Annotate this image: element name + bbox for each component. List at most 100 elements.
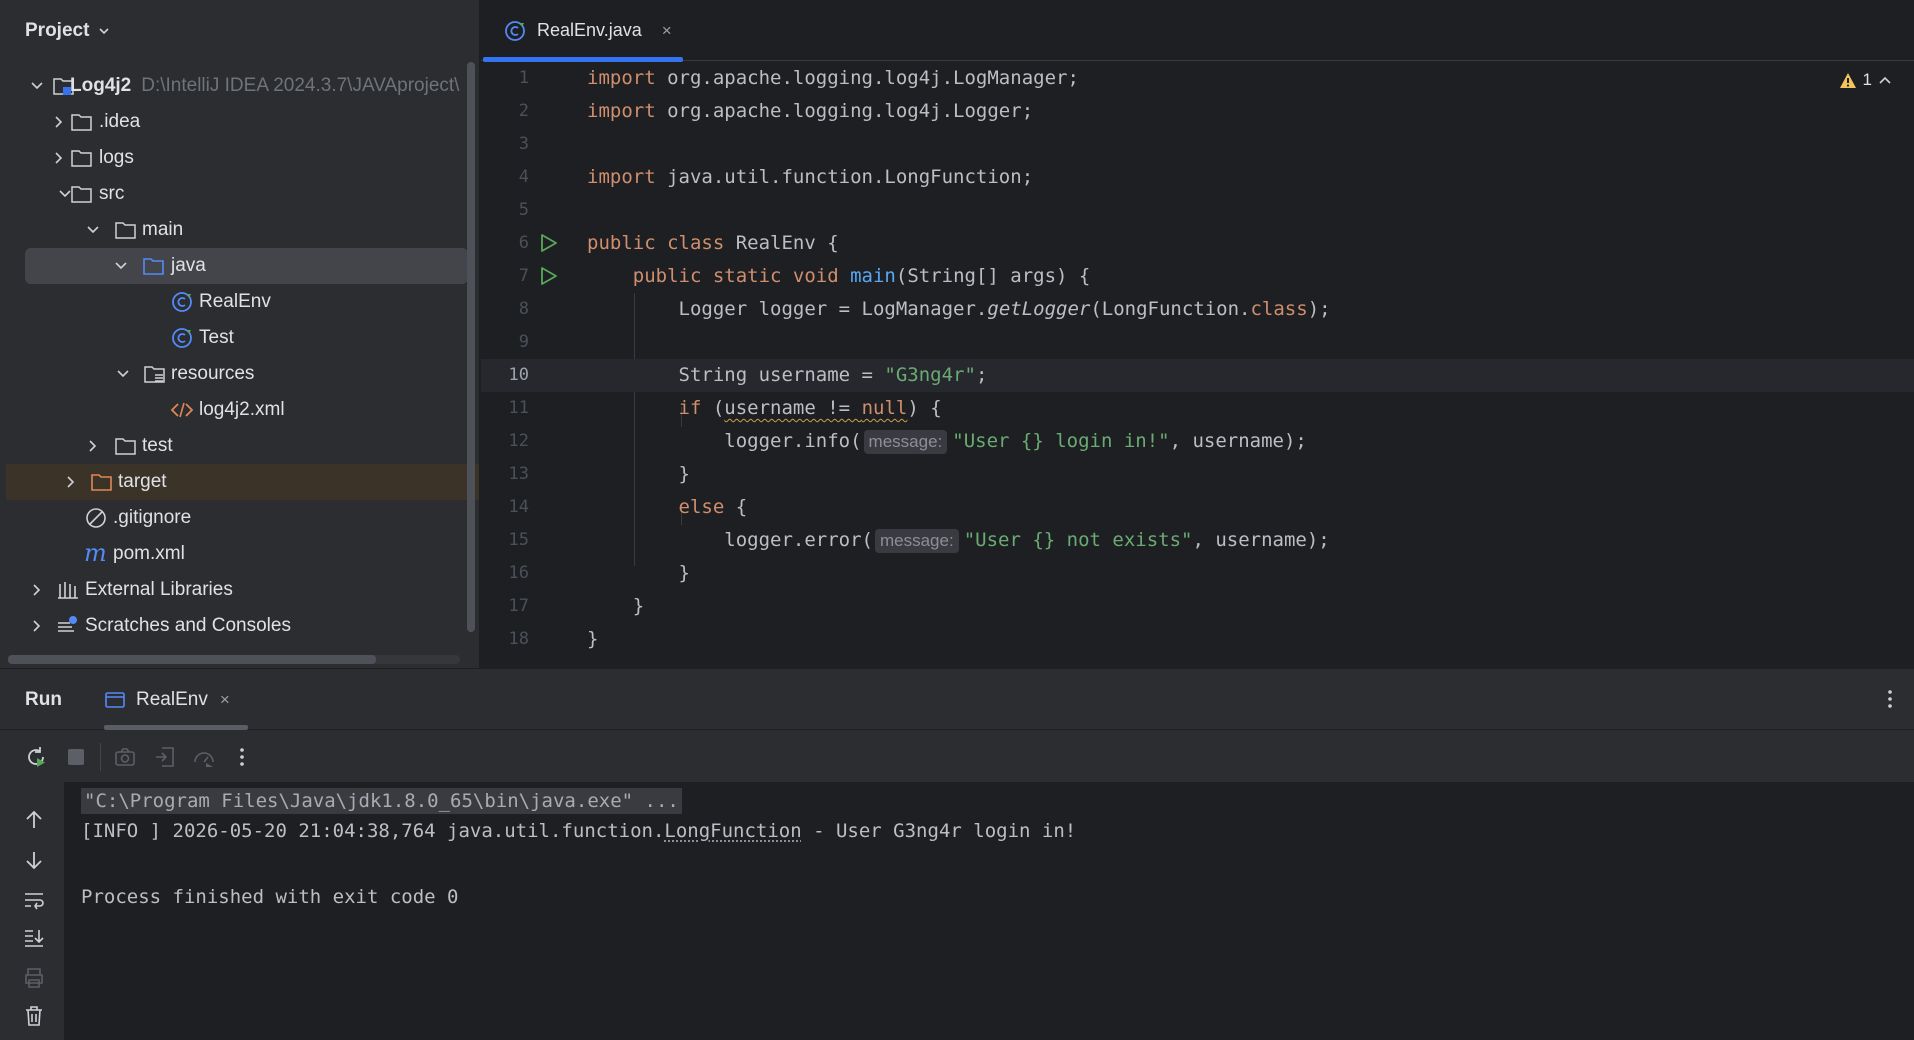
tree-item-pom-xml[interactable]: m pom.xml [6, 536, 474, 572]
tree-item-main[interactable]: main [6, 212, 474, 248]
editor-tab-bar: RealEnv.java × [481, 0, 1914, 62]
soft-wrap-icon[interactable] [22, 888, 46, 912]
code-line: 8 Logger logger = LogManager.getLogger(L… [518, 298, 1331, 320]
tree-item-test-class[interactable]: Test [6, 320, 474, 356]
tree-item-label: pom.xml [113, 543, 185, 564]
print-icon[interactable] [22, 966, 46, 990]
tree-item-label: Log4j2 D:\IntelliJ IDEA 2024.3.7\JAVAproj… [70, 75, 460, 96]
code-line: 4 import java.util.function.LongFunction; [518, 166, 1034, 188]
chevron-right-icon[interactable] [64, 475, 78, 489]
libraries-icon [58, 582, 78, 599]
console-side-toolbar [0, 782, 63, 1040]
project-panel: Project Log4j2 D:\IntelliJ IDEA 2024.3.7\… [0, 0, 480, 668]
xml-file-icon [170, 402, 194, 418]
tree-item-label: src [99, 183, 125, 204]
run-class-icon[interactable] [539, 233, 559, 253]
code-line: 5 [518, 200, 529, 220]
stop-icon[interactable] [64, 745, 88, 769]
tree-item-target[interactable]: target [6, 464, 479, 500]
run-tool-window: Run RealEnv × "C:\Program Files\Java\jdk… [0, 669, 1914, 1040]
scroll-to-end-icon[interactable] [22, 926, 46, 950]
camera-icon[interactable] [113, 745, 137, 769]
tree-item-test[interactable]: test [6, 428, 474, 464]
tree-item-label: RealEnv [199, 291, 271, 312]
console-command-line[interactable]: "C:\Program Files\Java\jdk1.8.0_65\bin\j… [81, 788, 682, 814]
tree-item-label: test [142, 435, 173, 456]
chevron-right-icon[interactable] [52, 115, 66, 129]
code-line: 13 } [508, 463, 690, 485]
tree-item-external-libraries[interactable]: External Libraries [6, 572, 474, 608]
active-tab-indicator [104, 725, 248, 730]
tree-item-gitignore[interactable]: .gitignore [6, 500, 474, 536]
editor-tab-realenv[interactable]: RealEnv.java × [483, 0, 683, 62]
code-line: 9 [518, 332, 529, 352]
arrow-up-icon[interactable] [22, 808, 46, 832]
parameter-hint: message: [863, 430, 948, 454]
resources-folder-icon [144, 366, 165, 383]
more-options-icon[interactable] [1886, 687, 1894, 711]
code-line: 18} [508, 628, 599, 650]
tree-item-scratches[interactable]: Scratches and Consoles [6, 608, 474, 644]
folder-icon [115, 438, 136, 455]
rerun-icon[interactable] [24, 745, 48, 769]
code-line: 7 public static void main(String[] args)… [518, 265, 1091, 287]
tree-item-label: .idea [99, 111, 141, 132]
project-view-selector[interactable]: Project [25, 18, 111, 44]
arrow-down-icon[interactable] [22, 848, 46, 872]
code-line: 15 logger.error(message: "User {} not exi… [508, 529, 1330, 553]
trash-icon[interactable] [22, 1004, 46, 1028]
tree-item-log4j2-xml[interactable]: log4j2.xml [6, 392, 474, 428]
tree-horizontal-scrollbar[interactable] [8, 655, 376, 664]
code-line: 16 } [508, 562, 690, 584]
tree-item-src[interactable]: src [6, 176, 474, 212]
run-title: Run [25, 689, 62, 710]
tree-item-realenv[interactable]: RealEnv [6, 284, 474, 320]
console-output[interactable]: "C:\Program Files\Java\jdk1.8.0_65\bin\j… [64, 782, 1914, 1040]
chevron-down-icon[interactable] [30, 79, 44, 93]
tree-item-label: main [142, 219, 184, 240]
code-line: 17 } [508, 595, 645, 617]
tree-item-label: External Libraries [85, 579, 233, 600]
restore-layout-icon[interactable] [153, 745, 177, 769]
chevron-right-icon[interactable] [52, 151, 66, 165]
chevron-right-icon[interactable] [30, 619, 44, 633]
class-link[interactable]: LongFunction [664, 820, 801, 842]
profiler-icon[interactable] [192, 745, 216, 769]
chevron-down-icon[interactable] [114, 259, 128, 273]
tree-item-java[interactable]: java [25, 248, 468, 284]
code-area[interactable]: 1 import org.apache.logging.log4j.LogMana… [481, 62, 1914, 668]
more-options-icon[interactable] [238, 745, 246, 769]
code-line: 14 else { [508, 496, 748, 518]
console-exit-line: Process finished with exit code 0 [81, 886, 459, 908]
run-main-icon[interactable] [539, 266, 559, 286]
tree-item-label: resources [171, 363, 255, 384]
tree-item-resources[interactable]: resources [6, 356, 474, 392]
application-config-icon [105, 691, 125, 708]
chevron-down-icon[interactable] [86, 223, 100, 237]
close-icon[interactable]: × [662, 21, 672, 41]
scratches-icon [58, 616, 77, 632]
code-editor: RealEnv.java × 1 1 import org.apache.logg… [481, 0, 1914, 668]
excluded-folder-icon [91, 474, 112, 491]
close-icon[interactable]: × [220, 690, 230, 710]
tree-item-idea[interactable]: .idea [6, 104, 474, 140]
chevron-right-icon[interactable] [30, 583, 44, 597]
code-line: 3 [518, 134, 529, 154]
code-line: 1 import org.apache.logging.log4j.LogMana… [518, 67, 1079, 89]
tree-item-logs[interactable]: logs [6, 140, 474, 176]
tree-item-label: .gitignore [113, 507, 192, 528]
editor-tab-label: RealEnv.java [537, 20, 642, 40]
run-tab-realenv[interactable]: RealEnv × [104, 669, 248, 730]
tree-item-label: log4j2.xml [199, 399, 285, 420]
maven-icon: m [84, 539, 107, 567]
tree-item-log4j2[interactable]: Log4j2 D:\IntelliJ IDEA 2024.3.7\JAVAproj… [6, 68, 474, 104]
java-class-icon [172, 292, 192, 312]
project-title: Project [25, 20, 90, 41]
java-class-icon [172, 328, 192, 348]
chevron-down-icon[interactable] [116, 367, 130, 381]
folder-icon [71, 150, 92, 167]
chevron-right-icon[interactable] [86, 439, 100, 453]
code-line: 11 if (username != null) { [508, 397, 942, 419]
tree-vertical-scrollbar[interactable] [467, 62, 475, 632]
warning-highlight[interactable]: username != null [724, 397, 907, 419]
